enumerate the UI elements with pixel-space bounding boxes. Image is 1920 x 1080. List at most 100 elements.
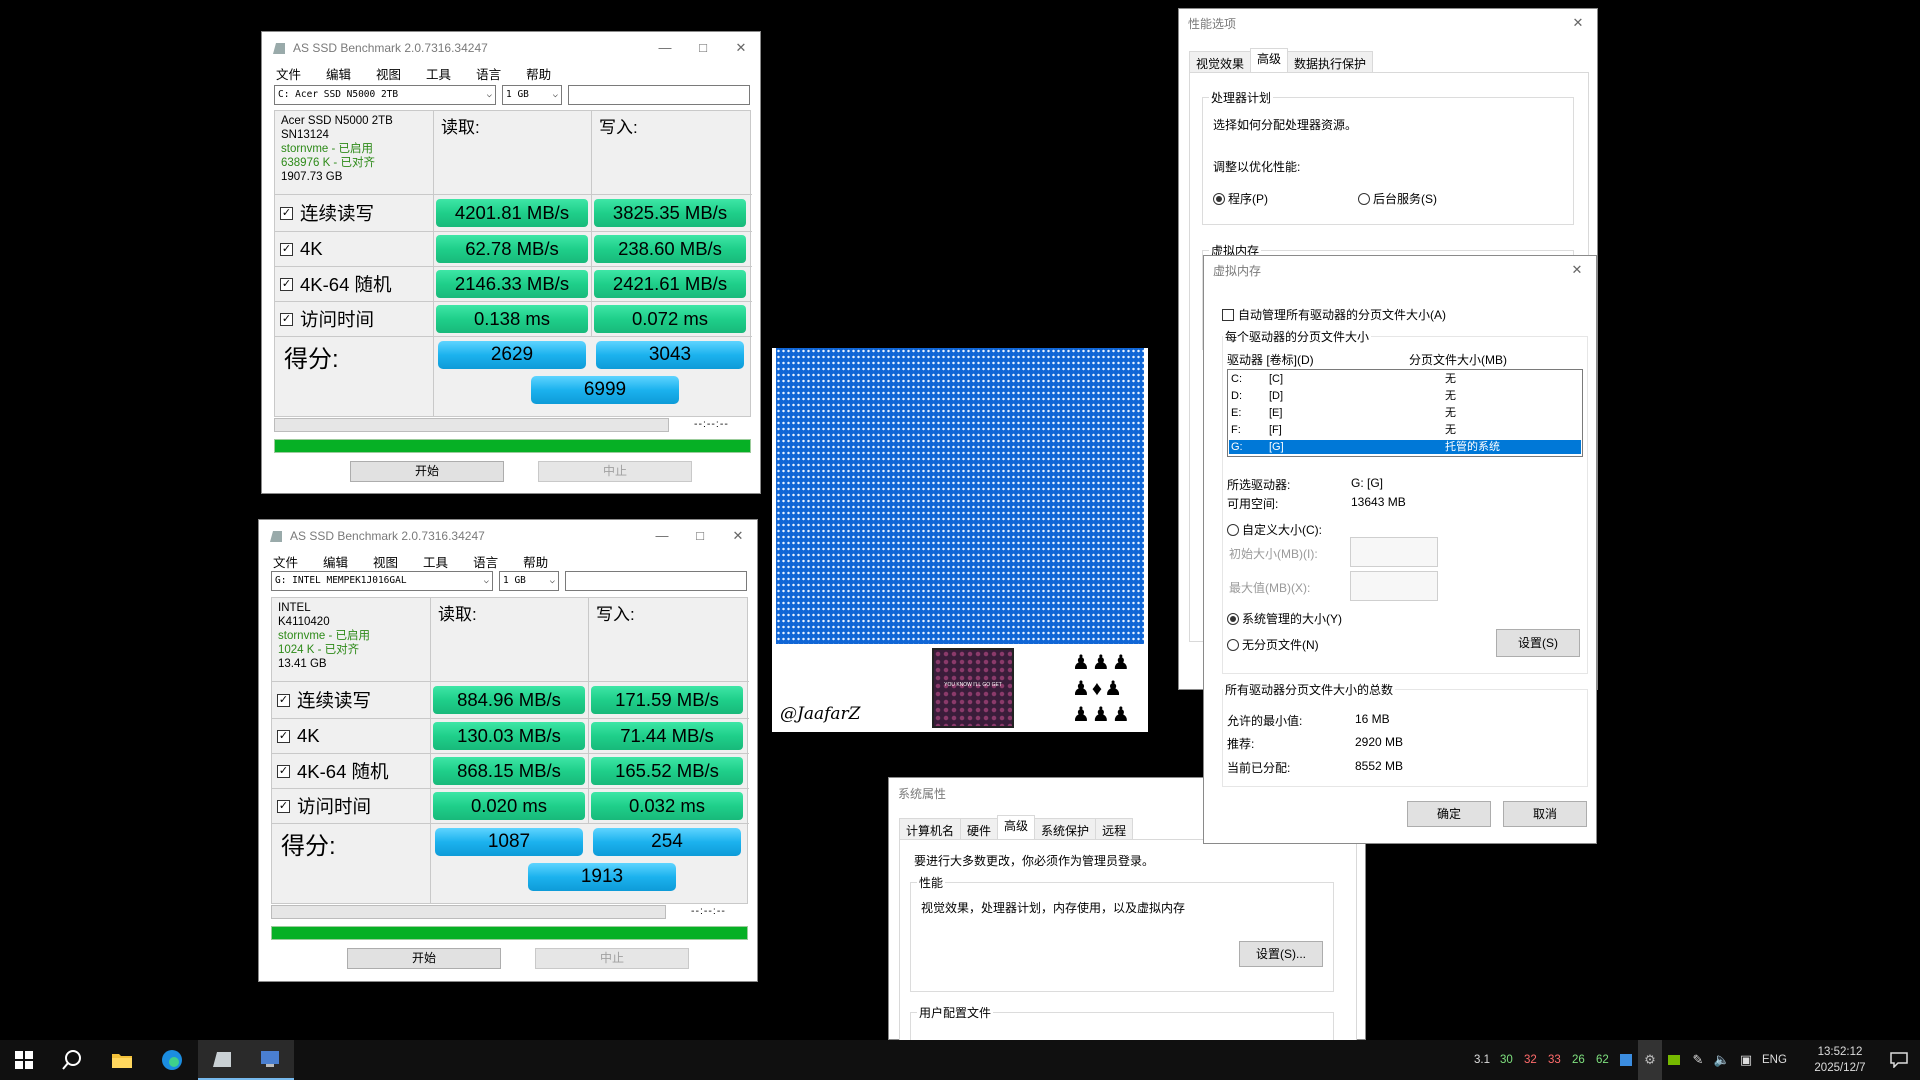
performance-settings-button[interactable]: 设置(S)... bbox=[1239, 941, 1323, 967]
max-size-input[interactable] bbox=[1350, 571, 1438, 601]
menu-language[interactable]: 语言 bbox=[476, 64, 501, 83]
radio-custom[interactable]: 自定义大小(C): bbox=[1227, 521, 1322, 538]
menu-edit[interactable]: 编辑 bbox=[326, 64, 351, 83]
input-language[interactable]: ENG bbox=[1762, 1040, 1787, 1080]
row-access[interactable]: ✓ 访问时间 bbox=[272, 789, 371, 823]
title-bar[interactable]: 性能选项 ✕ bbox=[1179, 9, 1597, 37]
auto-manage-checkbox[interactable]: 自动管理所有驱动器的分页文件大小(A) bbox=[1222, 306, 1446, 323]
close-button[interactable]: ✕ bbox=[719, 528, 757, 544]
drive-capacity: 13.41 GB bbox=[278, 658, 327, 670]
drive-info: Acer SSD N5000 2TB SN13124 stornvme - 已启… bbox=[275, 111, 432, 194]
drive-firmware: SN13124 bbox=[281, 129, 329, 141]
drive-size: 无 bbox=[1445, 424, 1456, 436]
checkbox-access[interactable]: ✓ bbox=[277, 799, 290, 813]
menu-language[interactable]: 语言 bbox=[473, 552, 498, 571]
menu-tools[interactable]: 工具 bbox=[423, 552, 448, 571]
drive-select[interactable]: G: INTEL MEMPEK1J016GAL ⌵ bbox=[271, 571, 493, 591]
stop-button[interactable]: 中止 bbox=[535, 948, 689, 969]
stop-button[interactable]: 中止 bbox=[538, 461, 692, 482]
list-item[interactable]: E: [E] 无 bbox=[1229, 406, 1581, 420]
radio-services[interactable]: 后台服务(S) bbox=[1358, 190, 1437, 207]
row-seq[interactable]: ✓ 连续读写 bbox=[272, 682, 371, 718]
virtual-memory-window: 虚拟内存 ✕ 自动管理所有驱动器的分页文件大小(A) 每个驱动器的分页文件大小 … bbox=[1203, 255, 1597, 844]
close-button[interactable]: ✕ bbox=[722, 40, 760, 56]
minimize-button[interactable]: — bbox=[646, 40, 684, 55]
tray-app-icon-2[interactable]: ⚙ bbox=[1638, 1040, 1662, 1080]
drive-select[interactable]: C: Acer SSD N5000 2TB ⌵ bbox=[274, 85, 496, 105]
menu-view[interactable]: 视图 bbox=[373, 552, 398, 571]
menu-help[interactable]: 帮助 bbox=[523, 552, 548, 571]
radio-no-paging-dot[interactable] bbox=[1227, 639, 1239, 651]
file-explorer-button[interactable] bbox=[98, 1040, 146, 1080]
radio-no-paging[interactable]: 无分页文件(N) bbox=[1227, 636, 1319, 653]
close-button[interactable]: ✕ bbox=[1558, 262, 1596, 278]
menu-file[interactable]: 文件 bbox=[276, 64, 301, 83]
tray-nvidia-icon[interactable] bbox=[1662, 1040, 1686, 1080]
write-header: 写入: bbox=[599, 118, 638, 137]
output-field[interactable] bbox=[568, 85, 750, 105]
checkbox-4k64[interactable]: ✓ bbox=[280, 277, 293, 291]
clock[interactable]: 13:52:12 2025/12/7 bbox=[1800, 1040, 1880, 1080]
row-4k64[interactable]: ✓ 4K-64 随机 bbox=[272, 754, 389, 788]
menu-tools[interactable]: 工具 bbox=[426, 64, 451, 83]
checkbox-seq[interactable]: ✓ bbox=[280, 206, 293, 220]
size-select[interactable]: 1 GB ⌵ bbox=[502, 85, 562, 105]
radio-programs[interactable]: 程序(P) bbox=[1213, 190, 1268, 207]
tab-advanced[interactable]: 高级 bbox=[1250, 48, 1289, 71]
list-item-selected[interactable]: G: [G] 托管的系统 bbox=[1229, 440, 1581, 454]
output-field[interactable] bbox=[565, 571, 747, 591]
tray-app-icon-1[interactable] bbox=[1614, 1040, 1638, 1080]
ok-button[interactable]: 确定 bbox=[1407, 801, 1491, 827]
minimize-button[interactable]: — bbox=[643, 528, 681, 543]
title-bar[interactable]: 虚拟内存 ✕ bbox=[1204, 256, 1596, 284]
menu-edit[interactable]: 编辑 bbox=[323, 552, 348, 571]
list-item[interactable]: F: [F] 无 bbox=[1229, 423, 1581, 437]
checkbox-access[interactable]: ✓ bbox=[280, 312, 293, 326]
volume-button[interactable]: 🔈 bbox=[1710, 1040, 1734, 1080]
maximize-button[interactable]: □ bbox=[684, 40, 722, 55]
auto-manage-box[interactable] bbox=[1222, 309, 1234, 321]
row-access[interactable]: ✓ 访问时间 bbox=[275, 302, 374, 336]
title-bar[interactable]: AS SSD Benchmark 2.0.7316.34247 — □ ✕ bbox=[259, 520, 757, 551]
checkbox-4k[interactable]: ✓ bbox=[280, 242, 293, 256]
initial-size-input[interactable] bbox=[1350, 537, 1438, 567]
network-button[interactable]: ▣ bbox=[1734, 1040, 1758, 1080]
start-button[interactable] bbox=[0, 1040, 48, 1080]
free-space-value: 13643 MB bbox=[1351, 495, 1406, 509]
radio-system-managed-dot[interactable] bbox=[1227, 613, 1239, 625]
drive-list[interactable]: C: [C] 无 D: [D] 无 E: [E] 无 F: [F] 无 G: [G] 托管的系统 bbox=[1227, 369, 1583, 457]
radio-services-dot[interactable] bbox=[1358, 193, 1370, 205]
list-item[interactable]: C: [C] 无 bbox=[1229, 372, 1581, 386]
edge-button[interactable] bbox=[148, 1040, 196, 1080]
checkbox-seq[interactable]: ✓ bbox=[277, 693, 290, 707]
title-bar[interactable]: AS SSD Benchmark 2.0.7316.34247 — □ ✕ bbox=[262, 32, 760, 63]
radio-custom-dot[interactable] bbox=[1227, 524, 1239, 536]
search-button[interactable] bbox=[48, 1040, 96, 1080]
row-4k[interactable]: ✓ 4K bbox=[272, 719, 320, 753]
radio-programs-dot[interactable] bbox=[1213, 193, 1225, 205]
row-4k64[interactable]: ✓ 4K-64 随机 bbox=[275, 267, 392, 301]
set-button[interactable]: 设置(S) bbox=[1496, 629, 1580, 657]
notifications-button[interactable] bbox=[1878, 1040, 1920, 1080]
row-4k[interactable]: ✓ 4K bbox=[275, 232, 323, 266]
radio-system-managed[interactable]: 系统管理的大小(Y) bbox=[1227, 610, 1342, 627]
checkbox-4k64[interactable]: ✓ bbox=[277, 764, 290, 778]
list-item[interactable]: D: [D] 无 bbox=[1229, 389, 1581, 403]
as-ssd-taskbar-button-2[interactable] bbox=[246, 1040, 294, 1080]
as-ssd-taskbar-button-1[interactable] bbox=[198, 1040, 246, 1080]
task-progress-bar bbox=[271, 905, 666, 919]
menu-file[interactable]: 文件 bbox=[273, 552, 298, 571]
checkbox-4k[interactable]: ✓ bbox=[277, 729, 290, 743]
menu-view[interactable]: 视图 bbox=[376, 64, 401, 83]
menu-help[interactable]: 帮助 bbox=[526, 64, 551, 83]
maximize-button[interactable]: □ bbox=[681, 528, 719, 543]
close-button[interactable]: ✕ bbox=[1559, 15, 1597, 31]
tab-advanced[interactable]: 高级 bbox=[997, 815, 1036, 838]
start-button[interactable]: 开始 bbox=[350, 461, 504, 482]
row-seq[interactable]: ✓ 连续读写 bbox=[275, 195, 374, 231]
start-button[interactable]: 开始 bbox=[347, 948, 501, 969]
cancel-button[interactable]: 取消 bbox=[1503, 801, 1587, 827]
window-title: 性能选项 bbox=[1188, 16, 1237, 31]
tray-pen-icon[interactable]: ✎ bbox=[1686, 1040, 1710, 1080]
size-select[interactable]: 1 GB ⌵ bbox=[499, 571, 559, 591]
